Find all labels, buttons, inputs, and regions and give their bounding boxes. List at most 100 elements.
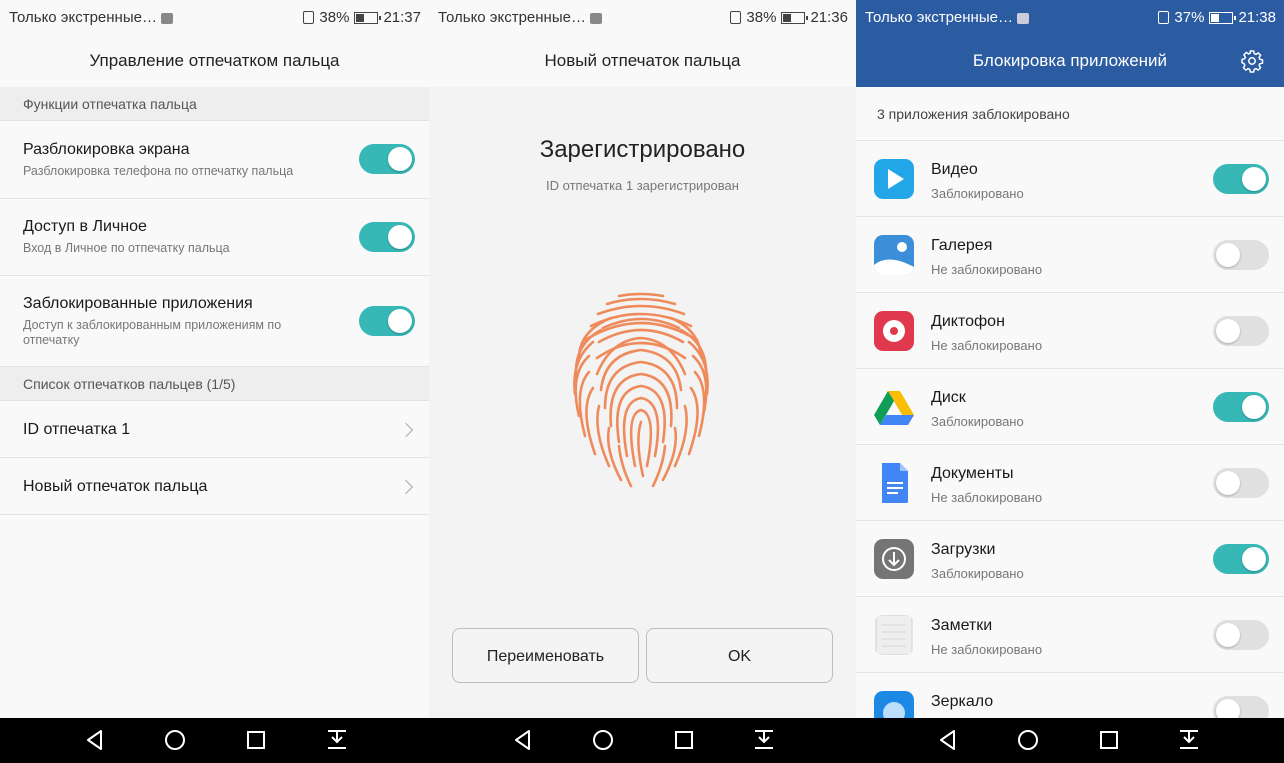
recorder-icon bbox=[874, 311, 914, 351]
app-status: Не заблокировано bbox=[931, 490, 1043, 505]
battery-icon bbox=[1209, 11, 1237, 24]
app-name: Зеркало bbox=[931, 693, 994, 710]
navigation-bar bbox=[0, 718, 429, 763]
clock: 21:38 bbox=[1238, 9, 1276, 26]
app-status: Заблокировано bbox=[931, 414, 1024, 429]
battery-percent: 37% bbox=[1174, 9, 1205, 26]
image-notification-icon bbox=[589, 12, 602, 24]
app-row-notes[interactable]: Заметки Не заблокировано bbox=[856, 597, 1284, 673]
app-status: Не заблокировано bbox=[931, 338, 1043, 353]
docs-icon bbox=[882, 463, 908, 503]
notes-lock-toggle[interactable] bbox=[1213, 620, 1269, 650]
setting-row-locked-apps[interactable]: Заблокированные приложения Доступ к забл… bbox=[0, 276, 429, 367]
page-title: Новый отпечаток пальца bbox=[544, 51, 741, 70]
fingerprint-label: Новый отпечаток пальца bbox=[23, 478, 208, 495]
app-name: Диктофон bbox=[931, 313, 1005, 330]
app-status: Не заблокировано bbox=[931, 262, 1043, 277]
chevron-right-icon bbox=[398, 479, 414, 495]
video-lock-toggle[interactable] bbox=[1213, 164, 1269, 194]
notifications-pull-icon[interactable] bbox=[752, 728, 776, 752]
home-icon[interactable] bbox=[591, 728, 615, 752]
new-fingerprint-screen: Только экстренные… 38% 21:36 Новый отпеч… bbox=[429, 0, 856, 763]
downloads-icon bbox=[874, 539, 914, 579]
section-header-functions: Функции отпечатка пальца bbox=[0, 87, 429, 121]
image-notification-icon bbox=[1016, 12, 1029, 24]
image-notification-icon bbox=[160, 12, 173, 24]
clock: 21:36 bbox=[810, 9, 848, 26]
notification-text: Только экстренные… bbox=[865, 9, 1013, 26]
fingerprint-label: ID отпечатка 1 bbox=[23, 421, 131, 438]
back-icon[interactable] bbox=[936, 728, 960, 752]
app-row-drive[interactable]: Диск Заблокировано bbox=[856, 369, 1284, 445]
app-name: Документы bbox=[931, 465, 1014, 482]
app-name: Галерея bbox=[931, 237, 993, 254]
recents-icon[interactable] bbox=[672, 728, 696, 752]
fingerprint-icon bbox=[573, 292, 709, 488]
app-status: Не заблокировано bbox=[931, 642, 1043, 657]
drive-lock-toggle[interactable] bbox=[1213, 392, 1269, 422]
settings-gear-icon[interactable] bbox=[1240, 49, 1264, 73]
notifications-pull-icon[interactable] bbox=[1177, 728, 1201, 752]
private-access-toggle[interactable] bbox=[359, 222, 415, 252]
home-icon[interactable] bbox=[1016, 728, 1040, 752]
registered-subheading: ID отпечатка 1 зарегистрирован bbox=[546, 178, 739, 193]
sim-icon bbox=[730, 11, 742, 24]
drive-icon bbox=[874, 391, 914, 425]
battery-percent: 38% bbox=[319, 9, 350, 26]
gallery-lock-toggle[interactable] bbox=[1213, 240, 1269, 270]
video-icon bbox=[874, 159, 914, 199]
locked-apps-toggle[interactable] bbox=[359, 306, 415, 336]
sim-icon bbox=[1158, 11, 1170, 24]
notifications-pull-icon[interactable] bbox=[325, 728, 349, 752]
navigation-bar bbox=[856, 718, 1284, 763]
section-header-fingerprint-list: Список отпечатков пальцев (1/5) bbox=[0, 367, 429, 401]
back-icon[interactable] bbox=[83, 728, 107, 752]
screen-unlock-toggle[interactable] bbox=[359, 144, 415, 174]
recents-icon[interactable] bbox=[244, 728, 268, 752]
back-icon[interactable] bbox=[511, 728, 535, 752]
status-bar: Только экстренные… 37% 21:38 bbox=[856, 0, 1284, 34]
page-title: Блокировка приложений bbox=[972, 51, 1168, 70]
clock: 21:37 bbox=[383, 9, 421, 26]
downloads-lock-toggle[interactable] bbox=[1213, 544, 1269, 574]
app-status: Заблокировано bbox=[931, 186, 1024, 201]
gallery-icon bbox=[874, 235, 914, 275]
battery-percent: 38% bbox=[746, 9, 777, 26]
locked-count-summary: 3 приложения заблокировано bbox=[856, 87, 1284, 141]
setting-row-private-access[interactable]: Доступ в Личное Вход в Личное по отпечат… bbox=[0, 199, 429, 276]
notes-icon bbox=[875, 615, 913, 655]
fingerprint-item-1[interactable]: ID отпечатка 1 bbox=[0, 401, 429, 458]
notification-text: Только экстренные… bbox=[438, 9, 586, 26]
battery-icon bbox=[781, 11, 809, 24]
app-row-downloads[interactable]: Загрузки Заблокировано bbox=[856, 521, 1284, 597]
app-name: Загрузки bbox=[931, 541, 996, 558]
navigation-bar bbox=[429, 718, 856, 763]
setting-row-screen-unlock[interactable]: Разблокировка экрана Разблокировка телеф… bbox=[0, 121, 429, 199]
fingerprint-management-screen: Только экстренные… 38% 21:37 Управление … bbox=[0, 0, 429, 763]
sim-icon bbox=[303, 11, 315, 24]
registered-heading: Зарегистрировано bbox=[539, 136, 746, 163]
page-title: Управление отпечатком пальца bbox=[89, 51, 340, 70]
app-status: Заблокировано bbox=[931, 566, 1024, 581]
app-row-docs[interactable]: Документы Не заблокировано bbox=[856, 445, 1284, 521]
app-name: Диск bbox=[931, 389, 966, 406]
recorder-lock-toggle[interactable] bbox=[1213, 316, 1269, 346]
notification-text: Только экстренные… bbox=[9, 9, 157, 26]
header: Блокировка приложений bbox=[856, 34, 1284, 87]
chevron-right-icon bbox=[398, 422, 414, 438]
app-row-recorder[interactable]: Диктофон Не заблокировано bbox=[856, 293, 1284, 369]
app-name: Видео bbox=[931, 161, 978, 178]
ok-button[interactable]: OK bbox=[646, 628, 833, 683]
battery-icon bbox=[354, 11, 382, 24]
new-fingerprint-item[interactable]: Новый отпечаток пальца bbox=[0, 458, 429, 515]
app-lock-screen: Только экстренные… 37% 21:38 Блокировка … bbox=[856, 0, 1284, 763]
status-bar: Только экстренные… 38% 21:37 bbox=[0, 0, 429, 34]
app-row-gallery[interactable]: Галерея Не заблокировано bbox=[856, 217, 1284, 293]
recents-icon[interactable] bbox=[1097, 728, 1121, 752]
status-bar: Только экстренные… 38% 21:36 bbox=[429, 0, 856, 34]
app-name: Заметки bbox=[931, 617, 993, 634]
docs-lock-toggle[interactable] bbox=[1213, 468, 1269, 498]
app-row-video[interactable]: Видео Заблокировано bbox=[856, 141, 1284, 217]
home-icon[interactable] bbox=[163, 728, 187, 752]
rename-button[interactable]: Переименовать bbox=[452, 628, 639, 683]
